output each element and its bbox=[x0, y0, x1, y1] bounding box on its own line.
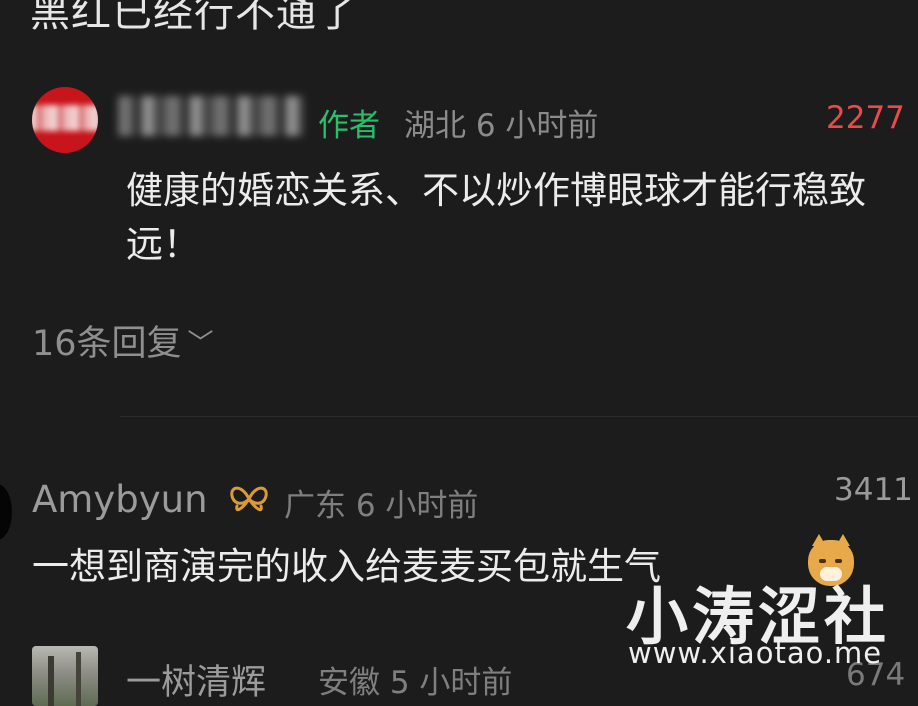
comment-location: 安徽 bbox=[318, 665, 380, 701]
replies-label: 16条回复 bbox=[32, 324, 182, 364]
username[interactable]: Amybyun bbox=[32, 478, 208, 521]
comment-body: 一想到商演完的收入给麦麦买包就生气 bbox=[32, 545, 661, 588]
comment-meta: 安徽 5 小时前 bbox=[318, 657, 512, 702]
comment-divider bbox=[120, 416, 918, 417]
comment-time: 5 小时前 bbox=[389, 665, 513, 701]
avatar-blurred-logo bbox=[32, 105, 98, 131]
chevron-down-icon: ﹀ bbox=[187, 329, 214, 359]
comment-meta: 广东 6 小时前 bbox=[284, 480, 478, 525]
comment-location: 湖北 bbox=[404, 108, 466, 144]
like-count[interactable]: 2277 bbox=[826, 100, 905, 136]
comment-time: 6 小时前 bbox=[355, 488, 479, 524]
avatar[interactable] bbox=[32, 87, 98, 153]
username[interactable]: 一树清辉 bbox=[126, 654, 266, 705]
comment-body: 健康的婚恋关系、不以炒作博眼球才能行稳致远！ bbox=[126, 169, 866, 266]
author-badge: 作者 bbox=[318, 108, 380, 144]
view-replies-button[interactable]: 16条回复 ﹀ bbox=[32, 315, 214, 366]
like-count[interactable]: 3411 bbox=[834, 472, 913, 508]
avatar[interactable] bbox=[0, 484, 12, 540]
comment-location: 广东 bbox=[284, 488, 346, 524]
username-blurred[interactable] bbox=[118, 96, 304, 136]
watermark-url: www.xiaotao.me bbox=[628, 636, 883, 670]
butterfly-badge-icon bbox=[228, 482, 270, 516]
comment-meta: 湖北 6 小时前 bbox=[404, 100, 598, 145]
avatar[interactable] bbox=[32, 646, 98, 706]
previous-comment-text: 黑红已经行不通了 bbox=[30, 0, 358, 36]
comment-time: 6 小时前 bbox=[475, 108, 599, 144]
